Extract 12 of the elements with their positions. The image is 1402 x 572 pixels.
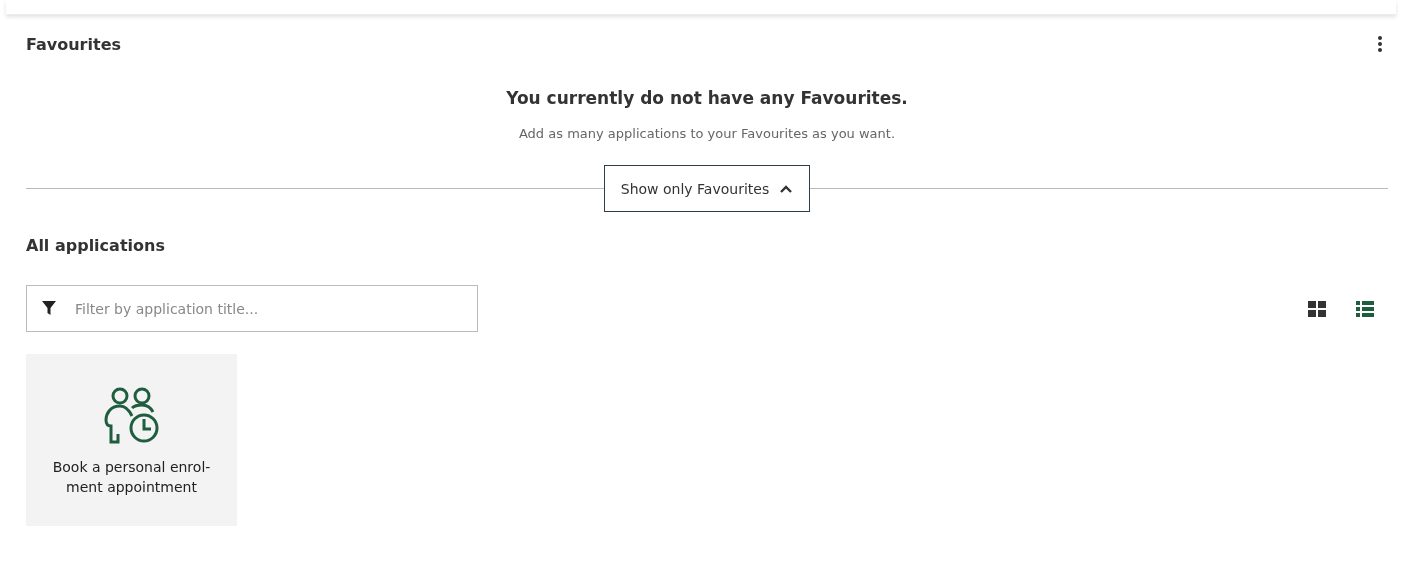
list-view-icon[interactable] <box>1356 300 1374 317</box>
application-tile[interactable]: Book a personal enrol-ment appointment <box>26 354 237 526</box>
grid-view-icon[interactable] <box>1308 300 1326 317</box>
caret-icon <box>779 183 794 194</box>
application-title: Book a personal enrol-ment appointment <box>51 458 212 497</box>
section-title: All applications <box>26 236 166 255</box>
empty-state-text: Add as many applications to your Favourites as you want. <box>517 126 897 141</box>
show-favourites-button[interactable]: Show only Favourites <box>603 165 811 212</box>
filter-icon <box>41 300 57 316</box>
filter-field[interactable]: Filter by application title... <box>26 285 478 332</box>
section-title: Favourites <box>26 34 121 54</box>
empty-state-title: You currently do not have any Favourites. <box>505 88 909 108</box>
